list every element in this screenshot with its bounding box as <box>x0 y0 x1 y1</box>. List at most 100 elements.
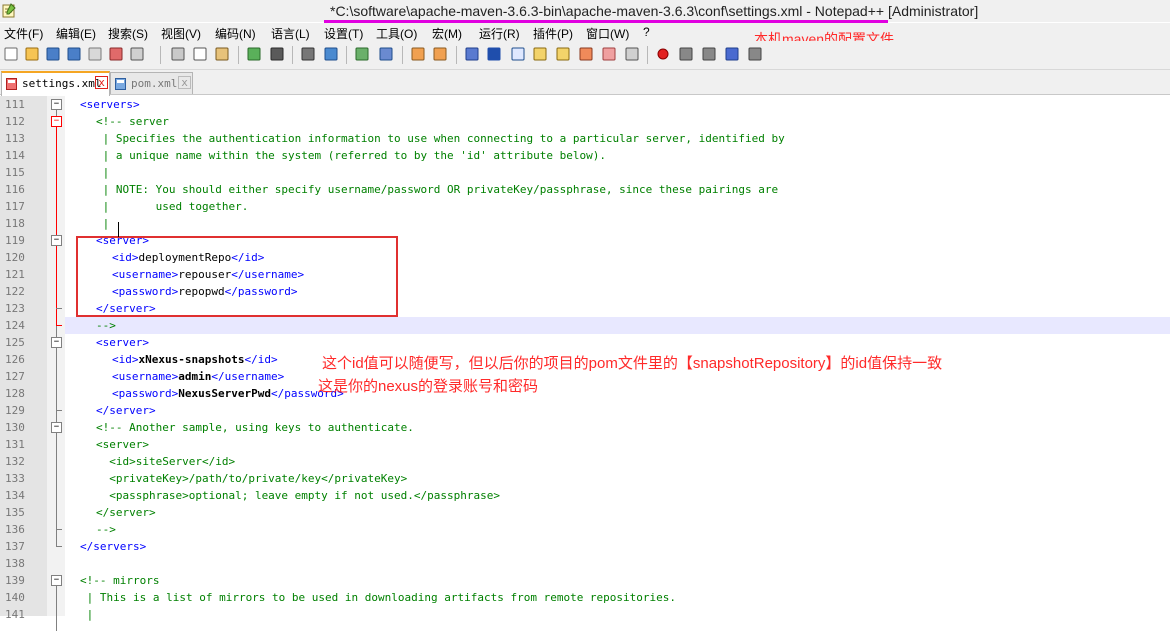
tab-pom-xml[interactable]: pom.xml x <box>110 72 193 94</box>
xml-tag: </username> <box>211 370 285 383</box>
sync-vertical-icon[interactable] <box>410 46 426 62</box>
line-number: 133 <box>5 472 25 485</box>
toolbar-separator <box>292 46 293 64</box>
record-macro-icon[interactable] <box>655 46 671 62</box>
menu-item-2[interactable]: 搜索(S) <box>108 25 148 42</box>
menu-item-10[interactable]: 插件(P) <box>533 25 573 42</box>
new-file-icon[interactable] <box>3 46 19 62</box>
menu-item-5[interactable]: 语言(L) <box>271 25 310 42</box>
line-number: 141 <box>5 608 25 621</box>
monitoring-icon[interactable] <box>624 46 640 62</box>
play-macro-icon[interactable] <box>701 46 717 62</box>
xml-comment: --> <box>96 523 116 536</box>
code-line[interactable]: <id>siteServer</id> <box>96 453 235 470</box>
xml-tag: </id> <box>244 353 278 366</box>
paste-icon[interactable] <box>214 46 230 62</box>
folder-as-workspace-icon[interactable] <box>601 46 617 62</box>
stop-record-icon[interactable] <box>678 46 694 62</box>
xml-comment: <!-- server <box>96 115 169 128</box>
save-all-icon[interactable] <box>66 46 82 62</box>
cut-icon[interactable] <box>170 46 186 62</box>
menu-item-4[interactable]: 编码(N) <box>215 25 256 42</box>
code-line[interactable]: <server> <box>96 334 149 351</box>
find-icon[interactable] <box>300 46 316 62</box>
redo-icon[interactable] <box>269 46 285 62</box>
code-line[interactable]: --> <box>96 521 116 538</box>
code-line[interactable]: <servers> <box>80 96 140 113</box>
xml-tag: <server> <box>96 336 149 349</box>
fold-end <box>56 325 62 326</box>
fold-end <box>56 410 62 411</box>
xml-text: admin <box>178 370 212 383</box>
fold-toggle-icon[interactable]: − <box>51 575 62 586</box>
code-line[interactable]: </server> <box>96 402 156 419</box>
line-number: 136 <box>5 523 25 536</box>
menu-item-7[interactable]: 工具(O) <box>376 25 417 42</box>
code-line[interactable]: <id>xNexus-snapshots</id> <box>112 351 278 368</box>
sync-horizontal-icon[interactable] <box>432 46 448 62</box>
close-all-icon[interactable] <box>108 46 124 62</box>
menu-item-8[interactable]: 宏(M) <box>432 25 462 42</box>
save-icon[interactable] <box>45 46 61 62</box>
doc-map-icon[interactable] <box>555 46 571 62</box>
indent-guide-icon[interactable] <box>510 46 526 62</box>
copy-icon[interactable] <box>192 46 208 62</box>
menu-item-0[interactable]: 文件(F) <box>4 25 43 42</box>
fold-toggle-icon[interactable]: − <box>51 422 62 433</box>
menu-item-6[interactable]: 设置(T) <box>324 25 363 42</box>
xml-comment: <privateKey>/path/to/private/key</privat… <box>96 472 408 485</box>
code-line[interactable]: | a unique name within the system (refer… <box>96 147 606 164</box>
undo-icon[interactable] <box>246 46 262 62</box>
tab-settings-xml[interactable]: settings.xml x <box>1 71 110 96</box>
menu-item-1[interactable]: 编辑(E) <box>56 25 96 42</box>
code-line[interactable]: | <box>96 164 110 181</box>
code-line[interactable]: </server> <box>96 504 156 521</box>
word-wrap-icon[interactable] <box>464 46 480 62</box>
code-line[interactable]: </servers> <box>80 538 146 555</box>
print-icon[interactable] <box>129 46 145 62</box>
line-number: 117 <box>5 200 25 213</box>
xml-comment: | This is a list of mirrors to be used i… <box>80 591 677 604</box>
close-icon[interactable] <box>87 46 103 62</box>
tab-close-icon[interactable]: x <box>178 76 191 89</box>
code-line[interactable]: <!-- server <box>96 113 169 130</box>
menu-item-12[interactable]: ? <box>643 25 650 39</box>
line-number: 123 <box>5 302 25 315</box>
code-line[interactable]: <passphrase>optional; leave empty if not… <box>96 487 500 504</box>
code-line[interactable]: | <box>96 215 110 232</box>
fold-margin[interactable]: − − − − − − <box>47 96 65 631</box>
code-line[interactable]: --> <box>96 317 116 334</box>
menu-item-11[interactable]: 窗口(W) <box>586 25 629 42</box>
open-file-icon[interactable] <box>24 46 40 62</box>
run-macro-multiple-icon[interactable] <box>724 46 740 62</box>
zoom-out-icon[interactable] <box>378 46 394 62</box>
code-line[interactable]: <password>NexusServerPwd</password> <box>112 385 344 402</box>
zoom-in-icon[interactable] <box>354 46 370 62</box>
tab-close-icon[interactable]: x <box>95 76 108 89</box>
show-all-chars-icon[interactable] <box>486 46 502 62</box>
code-line[interactable]: <username>admin</username> <box>112 368 284 385</box>
code-line[interactable]: | <box>80 606 94 623</box>
notepad-plus-plus-icon <box>2 3 16 18</box>
code-line[interactable]: <server> <box>96 436 149 453</box>
menu-item-9[interactable]: 运行(R) <box>479 25 520 42</box>
code-line[interactable]: <privateKey>/path/to/private/key</privat… <box>96 470 407 487</box>
fold-toggle-icon[interactable]: − <box>51 337 62 348</box>
menu-item-3[interactable]: 视图(V) <box>161 25 201 42</box>
code-line[interactable]: <!-- Another sample, using keys to authe… <box>96 419 414 436</box>
code-line[interactable]: | used together. <box>96 198 249 215</box>
code-line[interactable]: | This is a list of mirrors to be used i… <box>80 589 676 606</box>
xml-comment: <!-- Another sample, using keys to authe… <box>96 421 414 434</box>
fold-toggle-icon[interactable]: − <box>51 116 62 127</box>
save-macro-icon[interactable] <box>747 46 763 62</box>
fold-toggle-icon[interactable]: − <box>51 99 62 110</box>
code-line[interactable]: | Specifies the authentication informati… <box>96 130 785 147</box>
replace-icon[interactable] <box>323 46 339 62</box>
fold-toggle-icon[interactable]: − <box>51 235 62 246</box>
udl-icon[interactable] <box>532 46 548 62</box>
xml-comment: | used together. <box>96 200 249 213</box>
code-line[interactable]: <!-- mirrors <box>80 572 159 589</box>
code-line[interactable]: | NOTE: You should either specify userna… <box>96 181 779 198</box>
function-list-icon[interactable] <box>578 46 594 62</box>
xml-comment: <passphrase>optional; leave empty if not… <box>96 489 500 502</box>
